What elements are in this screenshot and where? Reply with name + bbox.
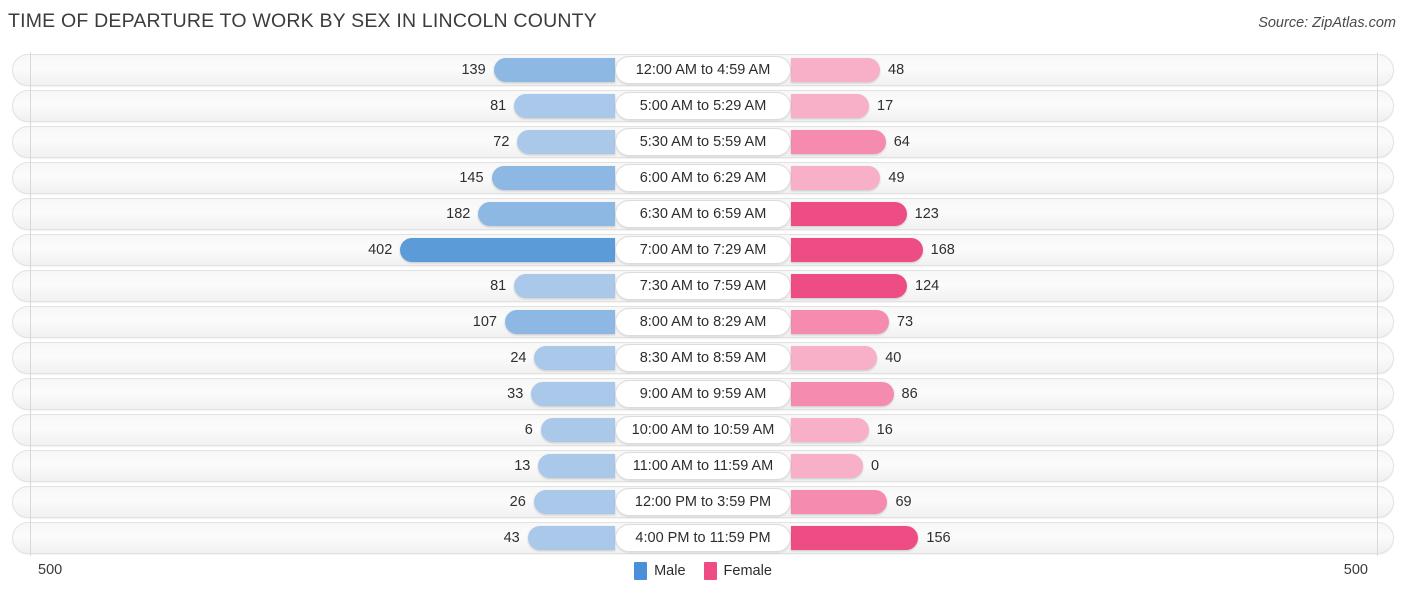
value-label-female: 17 bbox=[877, 98, 894, 114]
category-label: 8:00 AM to 8:29 AM bbox=[615, 308, 791, 336]
value-label-male: 182 bbox=[446, 206, 471, 222]
source-attribution: Source: ZipAtlas.com bbox=[1258, 15, 1396, 31]
value-label-female: 40 bbox=[885, 350, 902, 366]
category-label: 11:00 AM to 11:59 AM bbox=[615, 452, 791, 480]
bar-female[interactable] bbox=[791, 418, 869, 442]
page-title: TIME OF DEPARTURE TO WORK BY SEX IN LINC… bbox=[8, 10, 597, 32]
bar-female[interactable] bbox=[791, 94, 870, 118]
value-label-male: 81 bbox=[490, 278, 507, 294]
bar-male[interactable] bbox=[531, 382, 615, 406]
chart-footer: 500 500 Male Female bbox=[0, 556, 1406, 595]
category-label: 7:00 AM to 7:29 AM bbox=[615, 236, 791, 264]
bar-male[interactable] bbox=[538, 454, 615, 478]
value-label-female: 123 bbox=[914, 206, 939, 222]
bar-male[interactable] bbox=[514, 94, 615, 118]
chart-row: 145 49 6:00 AM to 6:29 AM bbox=[0, 160, 1406, 196]
legend-item-male[interactable]: Male bbox=[634, 562, 686, 580]
chart-row: 139 48 12:00 AM to 4:59 AM bbox=[0, 52, 1406, 88]
value-label-female: 69 bbox=[895, 494, 912, 510]
bar-male[interactable] bbox=[517, 130, 615, 154]
value-label-female: 64 bbox=[893, 134, 910, 150]
bar-female[interactable] bbox=[791, 526, 919, 550]
bar-female[interactable] bbox=[791, 166, 881, 190]
chart-row: 402 168 7:00 AM to 7:29 AM bbox=[0, 232, 1406, 268]
category-label: 10:00 AM to 10:59 AM bbox=[615, 416, 791, 444]
category-label: 9:00 AM to 9:59 AM bbox=[615, 380, 791, 408]
chart-row: 43 156 4:00 PM to 11:59 PM bbox=[0, 520, 1406, 556]
bar-male[interactable] bbox=[527, 526, 615, 550]
value-label-female: 0 bbox=[871, 458, 880, 474]
value-label-male: 145 bbox=[459, 170, 484, 186]
value-label-female: 156 bbox=[926, 530, 951, 546]
value-label-female: 124 bbox=[915, 278, 940, 294]
category-label: 7:30 AM to 7:59 AM bbox=[615, 272, 791, 300]
category-label: 8:30 AM to 8:59 AM bbox=[615, 344, 791, 372]
value-label-female: 168 bbox=[930, 242, 955, 258]
value-label-male: 33 bbox=[507, 386, 524, 402]
chart-row: 107 73 8:00 AM to 8:29 AM bbox=[0, 304, 1406, 340]
category-label: 4:00 PM to 11:59 PM bbox=[615, 524, 791, 552]
category-label: 12:00 PM to 3:59 PM bbox=[615, 488, 791, 516]
bar-female[interactable] bbox=[791, 274, 908, 298]
bar-male[interactable] bbox=[478, 202, 615, 226]
category-label: 5:00 AM to 5:29 AM bbox=[615, 92, 791, 120]
chart-row: 6 16 10:00 AM to 10:59 AM bbox=[0, 412, 1406, 448]
bar-male[interactable] bbox=[534, 346, 615, 370]
chart-row: 26 69 12:00 PM to 3:59 PM bbox=[0, 484, 1406, 520]
chart-row: 81 17 5:00 AM to 5:29 AM bbox=[0, 88, 1406, 124]
chart-row: 182 123 6:30 AM to 6:59 AM bbox=[0, 196, 1406, 232]
bar-female[interactable] bbox=[791, 130, 886, 154]
bar-female[interactable] bbox=[791, 346, 878, 370]
chart-row: 33 86 9:00 AM to 9:59 AM bbox=[0, 376, 1406, 412]
bar-male[interactable] bbox=[505, 310, 615, 334]
legend-label-male: Male bbox=[654, 563, 686, 579]
category-label: 6:30 AM to 6:59 AM bbox=[615, 200, 791, 228]
category-label: 5:30 AM to 5:59 AM bbox=[615, 128, 791, 156]
bar-female[interactable] bbox=[791, 490, 888, 514]
value-label-female: 16 bbox=[876, 422, 893, 438]
value-label-male: 26 bbox=[509, 494, 526, 510]
bar-female[interactable] bbox=[791, 238, 923, 262]
value-label-male: 139 bbox=[461, 62, 486, 78]
bar-female[interactable] bbox=[791, 58, 881, 82]
bar-male[interactable] bbox=[493, 58, 615, 82]
value-label-female: 86 bbox=[901, 386, 918, 402]
bar-female[interactable] bbox=[791, 382, 894, 406]
value-label-female: 49 bbox=[888, 170, 905, 186]
axis-line-right bbox=[1377, 52, 1378, 556]
legend-swatch-female bbox=[703, 562, 717, 580]
bar-male[interactable] bbox=[514, 274, 615, 298]
value-label-male: 72 bbox=[493, 134, 510, 150]
value-label-male: 81 bbox=[490, 98, 507, 114]
category-label: 6:00 AM to 6:29 AM bbox=[615, 164, 791, 192]
chart-row: 81 124 7:30 AM to 7:59 AM bbox=[0, 268, 1406, 304]
chart-row: 24 40 8:30 AM to 8:59 AM bbox=[0, 340, 1406, 376]
value-label-female: 48 bbox=[888, 62, 905, 78]
bar-male[interactable] bbox=[540, 418, 615, 442]
bar-female[interactable] bbox=[791, 454, 863, 478]
legend-item-female[interactable]: Female bbox=[703, 562, 772, 580]
value-label-female: 73 bbox=[896, 314, 914, 330]
value-label-male: 6 bbox=[524, 422, 533, 438]
value-label-male: 43 bbox=[503, 530, 520, 546]
chart-row: 72 64 5:30 AM to 5:59 AM bbox=[0, 124, 1406, 160]
axis-line-left bbox=[30, 52, 31, 556]
value-label-male: 107 bbox=[472, 314, 497, 330]
legend-label-female: Female bbox=[723, 563, 772, 579]
legend-swatch-male bbox=[634, 562, 648, 580]
bar-female[interactable] bbox=[791, 202, 907, 226]
chart-row: 13 0 11:00 AM to 11:59 AM bbox=[0, 448, 1406, 484]
category-label: 12:00 AM to 4:59 AM bbox=[615, 56, 791, 84]
legend: Male Female bbox=[0, 562, 1406, 580]
bar-male[interactable] bbox=[533, 490, 615, 514]
value-label-male: 402 bbox=[368, 242, 393, 258]
bar-female[interactable] bbox=[791, 310, 889, 334]
value-label-male: 13 bbox=[514, 458, 531, 474]
chart-plot-area: 139 48 12:00 AM to 4:59 AM 81 17 5:00 AM to 5… bbox=[0, 52, 1406, 556]
chart-root: TIME OF DEPARTURE TO WORK BY SEX IN LINC… bbox=[0, 0, 1406, 595]
value-label-male: 24 bbox=[510, 350, 527, 366]
bar-male[interactable] bbox=[491, 166, 615, 190]
bar-male[interactable] bbox=[400, 238, 615, 262]
